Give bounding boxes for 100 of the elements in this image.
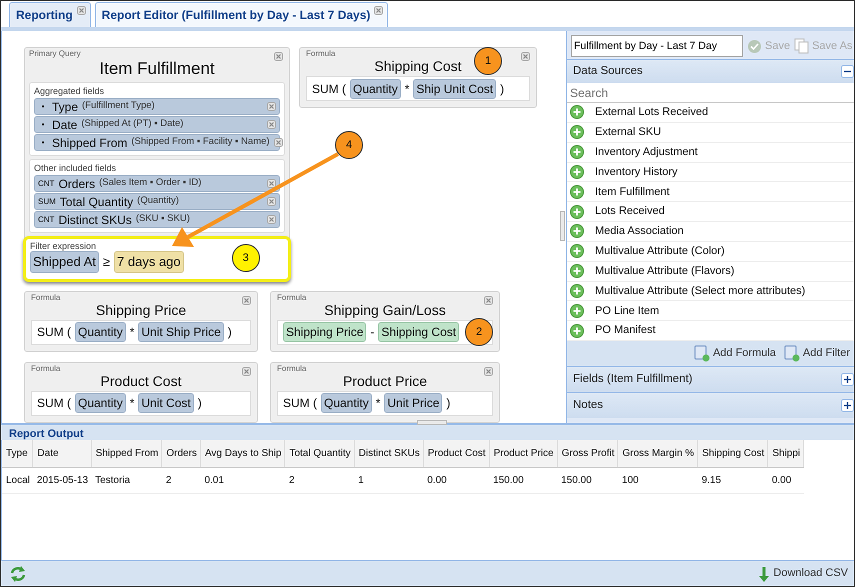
- data-source-item[interactable]: Multivalue Attribute (Flavors): [567, 262, 854, 282]
- close-icon[interactable]: [374, 6, 384, 15]
- callout-marker: 4: [335, 131, 363, 159]
- plus-circle-icon: [570, 125, 584, 140]
- card-title: Item Fulfillment: [99, 58, 215, 79]
- field-detail: (Fulfillment Type): [82, 99, 156, 114]
- card-caption: Formula: [31, 364, 60, 372]
- field-token[interactable]: Unit Cost: [138, 393, 194, 413]
- data-source-item[interactable]: Item Fulfillment: [567, 182, 854, 202]
- report-name-field[interactable]: Fulfillment by Day - Last 7 Day: [571, 35, 743, 57]
- field-prefix: CNT: [38, 178, 54, 190]
- add-button[interactable]: Add Formula: [694, 345, 776, 362]
- close-icon[interactable]: [484, 366, 493, 376]
- data-source-item[interactable]: PO Line Item: [567, 301, 854, 322]
- field-pill[interactable]: CNT Orders (Sales Item ▪ Order ▪ ID): [34, 175, 280, 192]
- table-cell: 2: [284, 468, 354, 494]
- table-cell: 0.00: [768, 468, 804, 494]
- card-caption: Formula: [31, 292, 60, 302]
- column-header[interactable]: Shippi: [768, 440, 804, 468]
- column-header[interactable]: Product Price: [489, 440, 558, 468]
- check-icon: [747, 38, 762, 54]
- operator-text: SUM (: [283, 395, 317, 412]
- column-header[interactable]: Total Quantity: [284, 440, 354, 468]
- column-header[interactable]: Gross Margin %: [618, 440, 698, 468]
- operator-text: SUM (: [312, 80, 346, 98]
- field-prefix: SUM: [38, 196, 56, 208]
- refresh-icon[interactable]: [9, 564, 27, 582]
- close-icon[interactable]: [242, 366, 251, 376]
- close-icon[interactable]: [267, 179, 276, 188]
- close-icon[interactable]: [521, 52, 530, 61]
- field-token[interactable]: Unit Ship Price: [138, 322, 224, 342]
- card-title: Product Cost: [100, 372, 182, 390]
- expand-icon[interactable]: [841, 373, 854, 386]
- close-icon[interactable]: [267, 102, 276, 111]
- document-plus-icon: [694, 345, 710, 362]
- table-cell: 0.00: [423, 468, 490, 494]
- field-token[interactable]: Unit Price: [384, 393, 442, 413]
- plus-circle-icon: [570, 244, 584, 258]
- data-source-item[interactable]: Multivalue Attribute (Select more attributes): [567, 282, 854, 302]
- tab[interactable]: Reporting: [9, 2, 91, 27]
- table-cell: 150.00: [557, 468, 618, 494]
- data-source-item[interactable]: External Lots Received: [567, 103, 854, 123]
- column-header[interactable]: Shipped From: [91, 440, 162, 468]
- column-header[interactable]: Avg Days to Ship: [200, 440, 285, 468]
- plus-circle-icon: [570, 264, 584, 278]
- close-icon[interactable]: [267, 215, 276, 224]
- field-token[interactable]: Quantity: [321, 393, 372, 413]
- field-prefix: •: [40, 100, 46, 112]
- column-header[interactable]: Orders: [162, 440, 200, 468]
- field-prefix: •: [40, 136, 46, 148]
- field-token[interactable]: Shipped At: [30, 251, 99, 272]
- download-button[interactable]: Download CSV: [758, 565, 848, 582]
- field-token[interactable]: Quantity: [75, 393, 126, 413]
- search-field[interactable]: Search: [567, 83, 854, 103]
- close-icon[interactable]: [274, 138, 283, 147]
- field-token[interactable]: Quantity: [350, 78, 401, 98]
- data-source-item[interactable]: Inventory Adjustment: [567, 142, 854, 163]
- column-header[interactable]: Distinct SKUs: [354, 440, 424, 468]
- close-icon[interactable]: [76, 6, 86, 15]
- field-prefix: CNT: [38, 214, 54, 226]
- field-pill[interactable]: CNT Distinct SKUs (SKU ▪ SKU): [34, 211, 280, 228]
- field-pill[interactable]: • Date (Shipped At (PT) ▪ Date): [34, 116, 280, 133]
- splitter-handle[interactable]: [417, 420, 447, 425]
- column-header[interactable]: Gross Profit: [557, 440, 618, 468]
- field-token[interactable]: Quantity: [75, 322, 126, 342]
- field-detail: (Shipped From ▪ Facility ▪ Name): [131, 135, 270, 150]
- expand-icon[interactable]: [841, 399, 854, 412]
- card-caption: Primary Query: [29, 49, 81, 58]
- card-title: Shipping Price: [96, 302, 186, 318]
- close-icon[interactable]: [242, 296, 251, 304]
- field-pill[interactable]: SUM Total Quantity (Quantity): [34, 193, 280, 210]
- value-token[interactable]: 7 days ago: [114, 251, 184, 272]
- close-icon[interactable]: [484, 296, 493, 304]
- table-cell: Testoria: [91, 468, 162, 494]
- field-name: Type: [52, 98, 78, 116]
- column-header[interactable]: Product Cost: [423, 440, 490, 468]
- column-header[interactable]: Type: [2, 440, 33, 468]
- table-cell: 0.01: [200, 468, 285, 494]
- data-source-item[interactable]: External SKU: [567, 122, 854, 143]
- card-caption: Formula: [277, 292, 306, 302]
- add-button[interactable]: Add Filter: [784, 345, 850, 362]
- data-source-item[interactable]: Inventory History: [567, 162, 854, 182]
- data-source-item[interactable]: Multivalue Attribute (Color): [567, 242, 854, 262]
- data-source-item[interactable]: Media Association: [567, 222, 854, 242]
- close-icon[interactable]: [267, 197, 276, 206]
- close-icon[interactable]: [267, 120, 276, 129]
- operator-text: *: [130, 324, 134, 341]
- collapse-icon[interactable]: [841, 65, 854, 78]
- formula-token[interactable]: Shipping Cost: [378, 322, 460, 342]
- field-token[interactable]: Ship Unit Cost: [413, 78, 496, 98]
- field-pill[interactable]: • Type (Fulfillment Type): [34, 98, 280, 115]
- column-header[interactable]: Shipping Cost: [698, 440, 768, 468]
- splitter-handle[interactable]: [560, 211, 565, 241]
- field-detail: (SKU ▪ SKU): [136, 212, 191, 226]
- column-header[interactable]: Date: [32, 440, 92, 468]
- field-pill[interactable]: • Shipped From (Shipped From ▪ Facility ▪ Name): [34, 134, 280, 151]
- tab[interactable]: Report Editor (Fulfillment by Day - Last 7 Days): [94, 2, 388, 27]
- formula-token[interactable]: Shipping Price: [283, 322, 366, 342]
- data-source-item[interactable]: Lots Received: [567, 202, 854, 222]
- close-icon[interactable]: [274, 52, 283, 61]
